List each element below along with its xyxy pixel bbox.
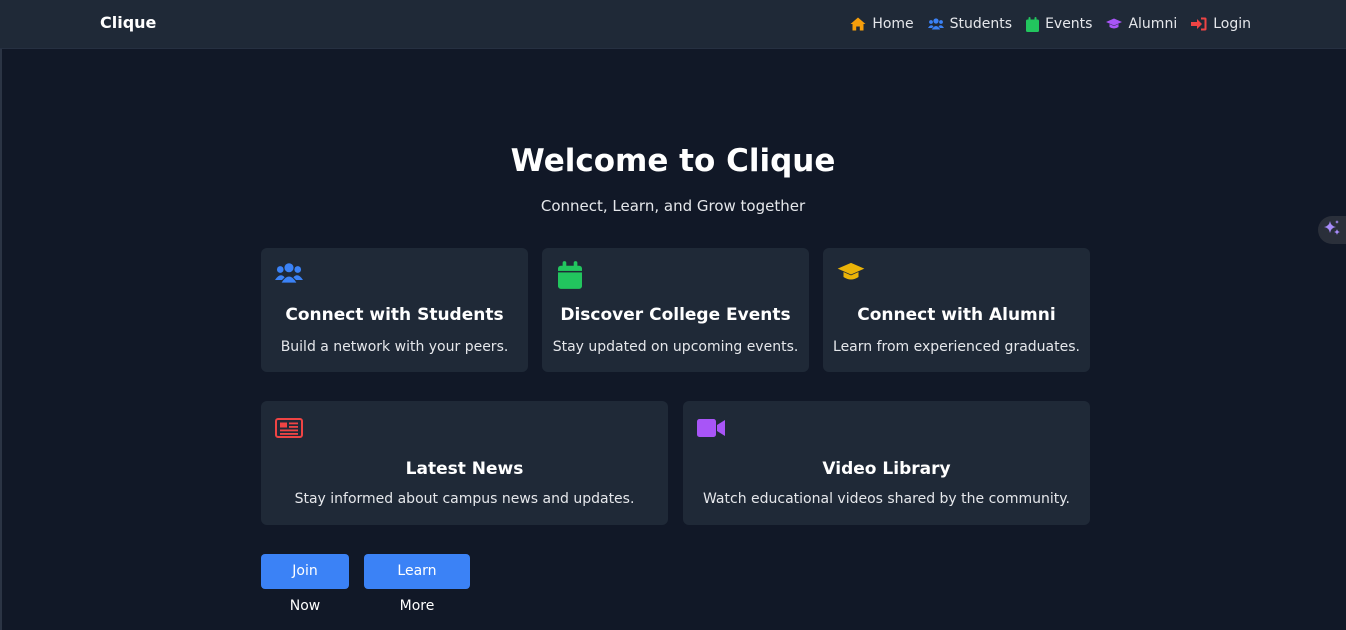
- hero-subtitle: Connect, Learn, and Grow together: [540, 197, 806, 215]
- feature-card-videos[interactable]: Video Library Watch educational videos s…: [683, 401, 1090, 525]
- feature-card-events[interactable]: Discover College Events Stay updated on …: [542, 248, 809, 372]
- feature-title: Connect with Students: [285, 305, 504, 325]
- nav-item-label: Events: [1045, 16, 1093, 32]
- assistant-toggle-button[interactable]: [1318, 216, 1346, 244]
- nav-item-home[interactable]: Home: [850, 14, 914, 34]
- feature-description: Watch educational videos shared by the c…: [702, 491, 1070, 507]
- graduation-cap-icon: [837, 262, 865, 286]
- video-icon: [697, 419, 725, 441]
- sparkle-icon: [1323, 219, 1341, 241]
- window-edge: [0, 0, 2, 630]
- home-icon: [850, 17, 866, 31]
- feature-title: Discover College Events: [560, 305, 791, 325]
- feature-description: Learn from experienced graduates.: [833, 339, 1080, 355]
- brand-logo[interactable]: Clique: [100, 13, 156, 33]
- sign-in-icon: [1191, 17, 1207, 31]
- users-icon: [275, 262, 303, 288]
- nav-item-login[interactable]: Login: [1191, 14, 1251, 34]
- newspaper-icon: [275, 418, 303, 442]
- calendar-icon: [558, 261, 582, 293]
- calendar-icon: [1026, 16, 1040, 32]
- join-now-button[interactable]: Join Now: [261, 554, 349, 614]
- learn-more-button[interactable]: Learn More: [364, 554, 470, 614]
- nav-item-label: Login: [1213, 16, 1251, 32]
- nav-item-students[interactable]: Students: [927, 14, 1013, 34]
- feature-description: Stay informed about campus news and upda…: [294, 491, 635, 507]
- nav-item-label: Alumni: [1128, 16, 1178, 32]
- graduation-cap-icon: [1106, 18, 1123, 30]
- navbar: Clique Home Students Events Alumni Login: [0, 0, 1346, 49]
- feature-description: Build a network with your peers.: [280, 339, 509, 355]
- hero-title: Welcome to Clique: [510, 143, 836, 179]
- feature-description: Stay updated on upcoming events.: [552, 339, 799, 355]
- feature-card-alumni[interactable]: Connect with Alumni Learn from experienc…: [823, 248, 1090, 372]
- nav-item-alumni[interactable]: Alumni: [1106, 14, 1177, 34]
- feature-title: Latest News: [405, 459, 524, 479]
- feature-title: Video Library: [822, 459, 951, 479]
- users-icon: [927, 18, 944, 30]
- nav-item-label: Home: [872, 16, 914, 32]
- feature-card-news[interactable]: Latest News Stay informed about campus n…: [261, 401, 668, 525]
- nav-item-events[interactable]: Events: [1026, 14, 1092, 34]
- feature-title: Connect with Alumni: [857, 305, 1056, 325]
- nav-item-label: Students: [949, 16, 1013, 32]
- feature-card-students[interactable]: Connect with Students Build a network wi…: [261, 248, 528, 372]
- nav-links: Home Students Events Alumni Login: [850, 14, 1251, 34]
